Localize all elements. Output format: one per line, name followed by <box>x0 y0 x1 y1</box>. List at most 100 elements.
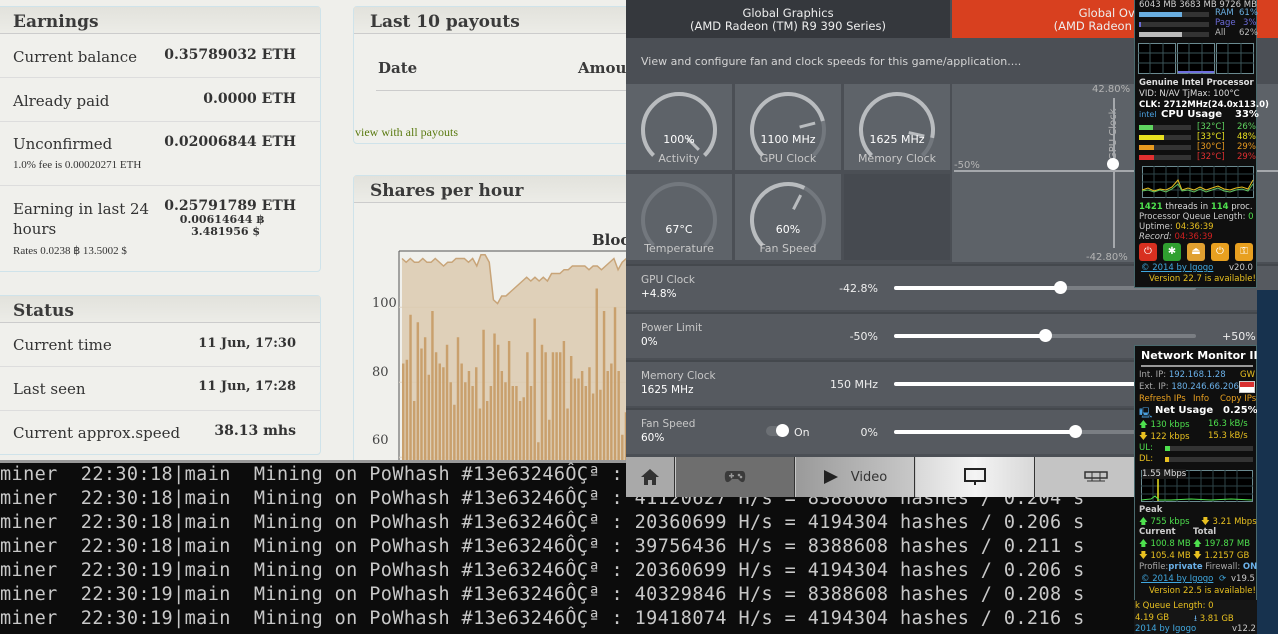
nav-home[interactable] <box>626 457 675 497</box>
slider-handle[interactable] <box>1069 425 1083 438</box>
status-title: Status <box>0 296 320 323</box>
earnings-title: Earnings <box>0 7 320 34</box>
slider-track[interactable] <box>894 329 1196 342</box>
log-message: Mining on PoWhash #13e63246ÔÇª : 3975643… <box>253 536 1085 557</box>
drive-copyright-link[interactable]: 2014 by Igogo <box>1135 624 1196 634</box>
uptime-line: Uptime: 04:36:39 <box>1139 222 1214 232</box>
cpu-usage-value: 33% <box>1235 109 1259 120</box>
ram-bar <box>1139 12 1209 17</box>
net-widget-version: v19.5 <box>1231 574 1255 584</box>
row-label: Current approx.speed <box>13 424 181 442</box>
toggle-label: On <box>794 426 810 439</box>
cpu-copyright-link[interactable]: © 2014 by Igogo <box>1141 263 1213 273</box>
ext-ip-label: Ext. IP: <box>1139 382 1169 392</box>
earnings-row: Current balance 0.35789032 ETH <box>0 34 320 78</box>
bar <box>540 344 544 476</box>
standby-icon: ⏻ <box>1216 246 1224 257</box>
log-channel: main <box>184 488 231 509</box>
column-amount[interactable]: Amou <box>578 59 626 77</box>
queue-partial: k Queue Length: 0 <box>1135 601 1214 611</box>
gauge-label: Fan Speed <box>759 242 817 255</box>
ram-label: RAM <box>1215 8 1234 18</box>
log-source: miner <box>0 584 58 605</box>
net-usage-label: Net Usage <box>1155 405 1214 416</box>
earnings-row: Unconfirmed 0.02006844 ETH 1.0% fee is 0… <box>0 122 320 186</box>
copy-ips-link[interactable]: Copy IPs <box>1220 394 1256 404</box>
nav-display[interactable] <box>916 457 1035 497</box>
log-time: 22:30:18 <box>80 488 174 509</box>
refresh-button[interactable]: ✱ <box>1163 243 1181 261</box>
disk-read: 4.19 GB <box>1135 613 1170 623</box>
gauge-memory-clock: 1625 MHz Memory Clock <box>844 84 950 170</box>
slider-fill <box>894 334 1045 338</box>
slider-name: Memory Clock <box>641 370 716 382</box>
log-message: Mining on PoWhash #13e63246ÔÇª : 2036069… <box>253 560 1085 581</box>
slider-handle[interactable] <box>1039 329 1052 342</box>
firewall-value: ON <box>1242 562 1258 572</box>
xy-handle[interactable] <box>1107 158 1119 170</box>
status-panel: Status Current time 11 Jun, 17:30 Last s… <box>0 295 321 455</box>
cpu-history-graph <box>1142 166 1254 198</box>
power-off-button[interactable]: ⏻ <box>1139 243 1157 261</box>
payouts-title: Last 10 payouts <box>354 7 642 34</box>
tab-global-graphics[interactable]: Global Graphics (AMD Radeon (TM) R9 390 … <box>626 0 950 38</box>
sync-icon[interactable]: ⟳ <box>1219 574 1226 584</box>
all-pct: 62% <box>1239 28 1258 38</box>
standby-button[interactable]: ⏻ <box>1211 243 1229 261</box>
refresh-ips-link[interactable]: Refresh IPs <box>1139 394 1186 404</box>
cpu-usage-label: CPU Usage <box>1161 109 1223 120</box>
ext-ip-value: 180.246.66.206 <box>1171 382 1239 392</box>
core-graphs <box>1138 43 1254 74</box>
ul-bar <box>1165 446 1253 451</box>
core-load-bar <box>1139 135 1191 140</box>
eject-button[interactable]: ⏏ <box>1187 243 1205 261</box>
info-link[interactable]: Info <box>1193 394 1209 404</box>
slider-current-value: 60% <box>641 432 665 444</box>
view-all-payouts-link[interactable]: view with all payouts <box>355 125 458 140</box>
status-row: Last seen 11 Jun, 17:28 <box>0 367 320 411</box>
slider-current-value: +4.8% <box>641 288 677 300</box>
separator: | <box>173 536 185 557</box>
nav-video[interactable]: Video <box>796 457 915 497</box>
separator: | <box>173 512 185 533</box>
core-temp: [32°C] <box>1197 152 1225 162</box>
log-source: miner <box>0 488 58 509</box>
lock-button[interactable]: ⚿ <box>1235 243 1253 261</box>
log-message: Mining on PoWhash #13e63246ÔÇª : 4032984… <box>253 584 1085 605</box>
up-arrow-icon: 🡅 <box>1139 420 1148 430</box>
gamepad-icon <box>724 471 746 483</box>
procs-label: proc. <box>1231 202 1253 212</box>
int-ip-value: 192.168.1.28 <box>1168 370 1226 380</box>
nav-gaming[interactable] <box>676 457 795 497</box>
cpu-update-notice[interactable]: Version 22.7 is available! <box>1149 274 1256 284</box>
overdrive-description: View and configure fan and clock speeds … <box>641 55 1022 68</box>
slider-handle[interactable] <box>1054 281 1068 294</box>
bar <box>434 352 438 476</box>
gauge-value: 100% <box>663 133 695 146</box>
bar <box>445 344 449 476</box>
home-icon <box>641 469 659 485</box>
fan-auto-toggle[interactable] <box>766 424 789 437</box>
peak-up-value: 755 kbps <box>1150 517 1190 527</box>
shares-chart: Bloc 100 80 60 <box>354 176 644 476</box>
peak-down-value: 3.21 Mbps <box>1212 517 1257 527</box>
bar <box>559 352 562 476</box>
total-down-value: 1.2157 GB <box>1204 551 1250 561</box>
slider-current-value: 1625 MHz <box>641 384 694 396</box>
core-temp: [32°C] <box>1197 122 1225 132</box>
core-temp: [30°C] <box>1197 142 1225 152</box>
log-source: miner <box>0 608 58 629</box>
log-channel: main <box>184 512 231 533</box>
bar <box>555 352 558 476</box>
record-line: Record: 04:36:39 <box>1139 232 1213 242</box>
uptime-label: Uptime: <box>1139 222 1173 232</box>
log-source: miner <box>0 536 58 557</box>
column-date[interactable]: Date <box>378 59 417 77</box>
net-copyright-link[interactable]: © 2014 by Igogo <box>1141 574 1213 584</box>
gauge-value: 67°C <box>665 223 693 236</box>
slider-name: Fan Speed <box>641 418 696 430</box>
net-update-notice[interactable]: Version 22.5 is available! <box>1149 586 1256 596</box>
play-icon <box>823 470 838 484</box>
log-time: 22:30:18 <box>80 536 174 557</box>
row-value: 0.02006844 ETH <box>164 134 296 150</box>
